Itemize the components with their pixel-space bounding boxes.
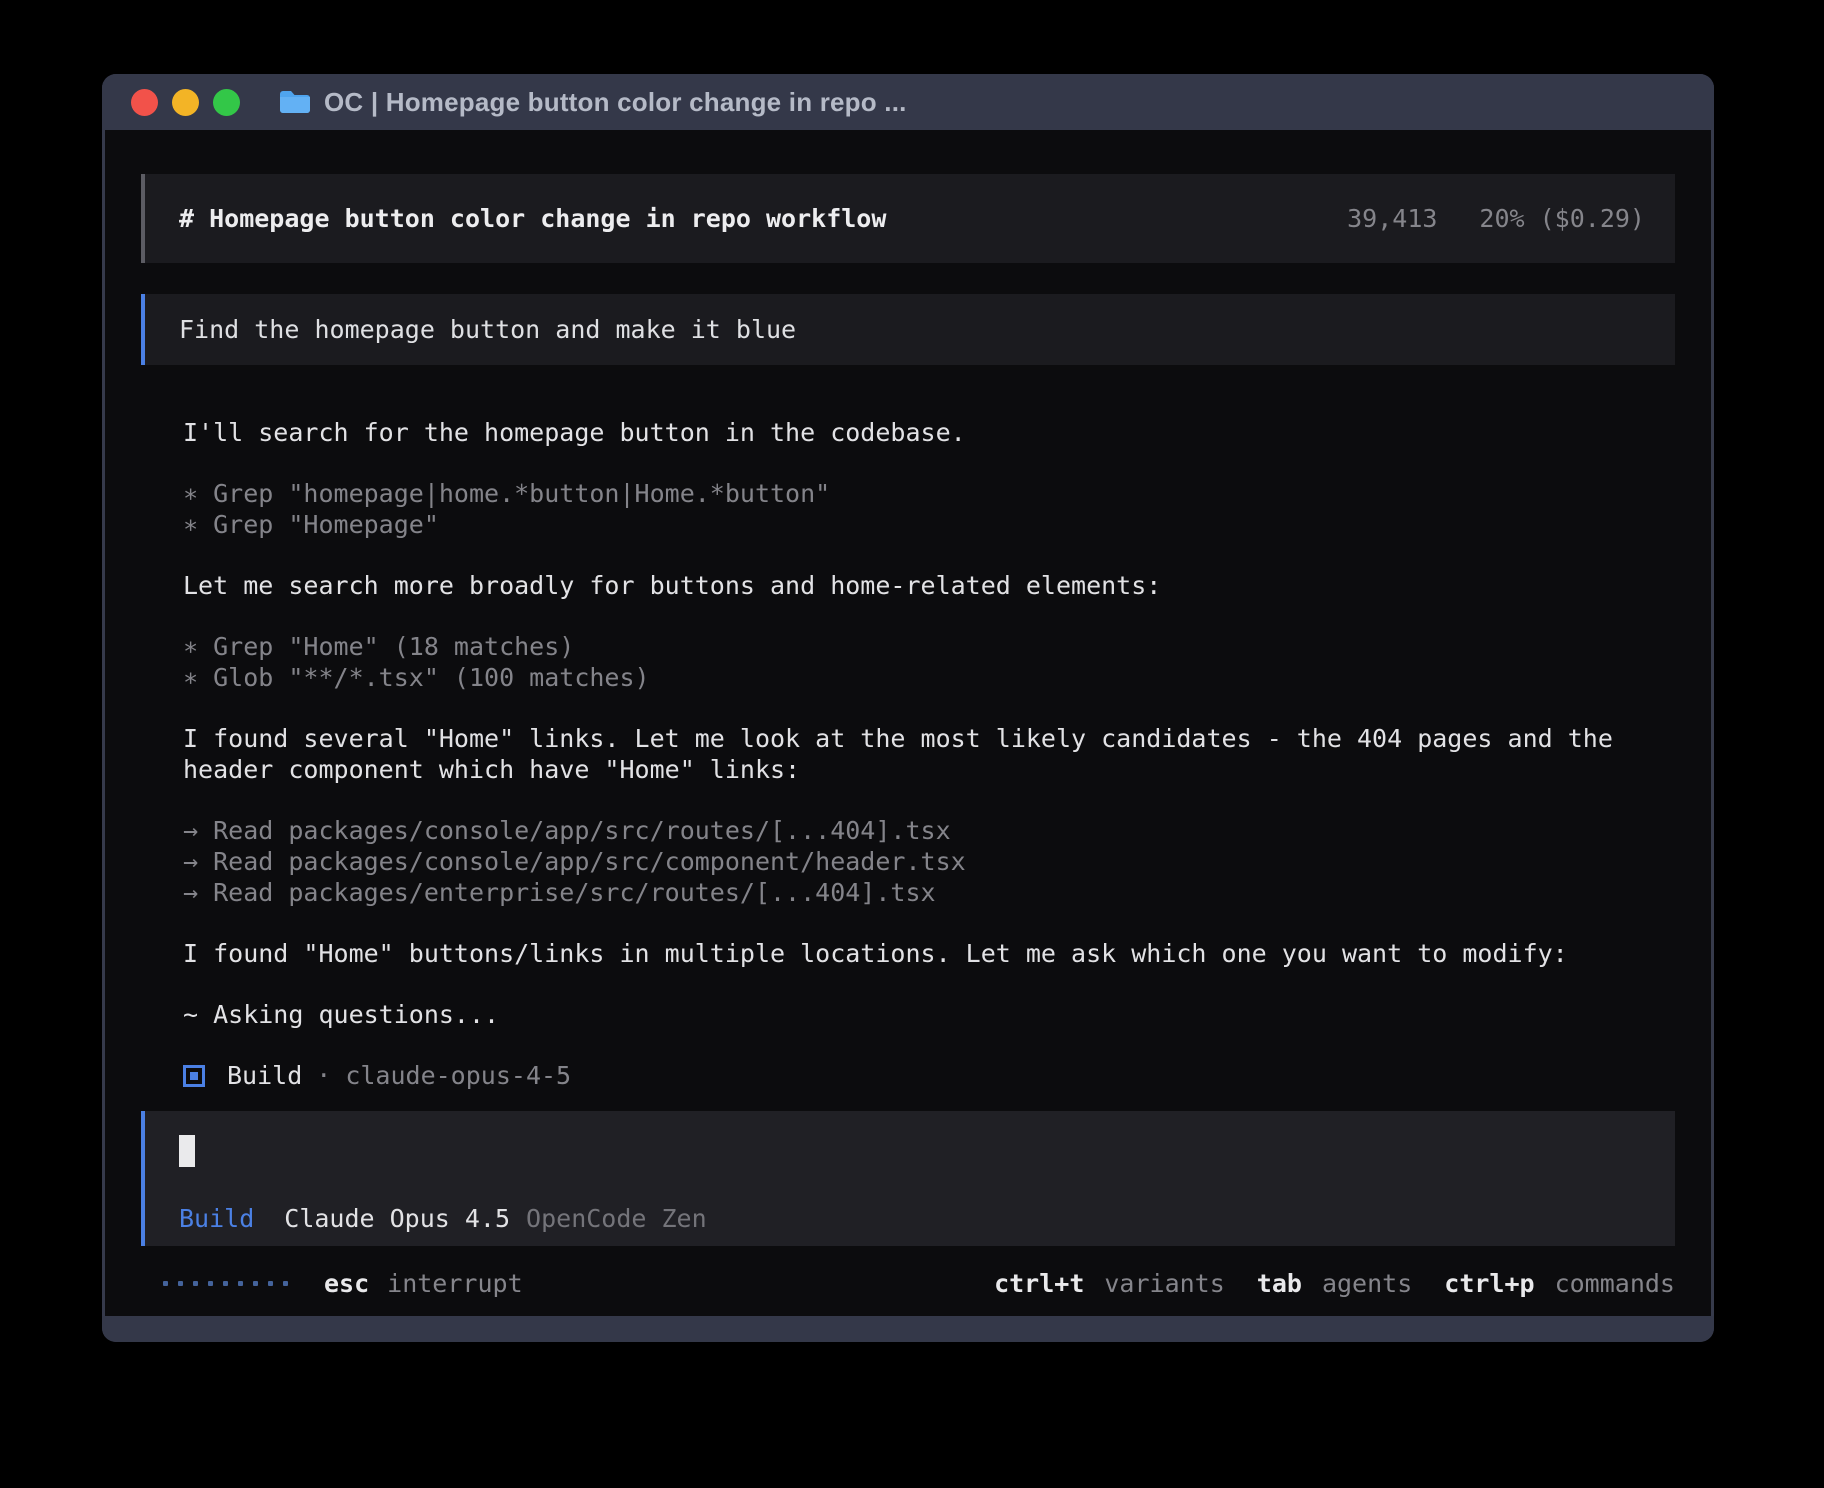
folder-icon xyxy=(278,88,312,116)
assistant-conversation: I'll search for the homepage button in t… xyxy=(141,417,1675,1030)
assistant-line: ∗ Glob "**/*.tsx" (100 matches) xyxy=(183,662,1675,693)
window-titlebar[interactable]: OC | Homepage button color change in rep… xyxy=(102,74,1714,130)
session-header: # Homepage button color change in repo w… xyxy=(141,174,1675,263)
assistant-line: → Read packages/console/app/src/routes/[… xyxy=(183,815,1675,846)
spinner-dot xyxy=(163,1281,168,1286)
spinner-dot xyxy=(253,1281,258,1286)
agent-separator: · xyxy=(316,1060,331,1091)
spinner-dot xyxy=(283,1281,288,1286)
status-right: ctrl+t variants tab agents ctrl+p commands xyxy=(994,1268,1675,1299)
window-bottom-bar xyxy=(102,1316,1714,1342)
assistant-line: → Read packages/enterprise/src/routes/[.… xyxy=(183,877,1675,908)
agent-name: Build xyxy=(227,1060,302,1091)
assistant-text: I found several "Home" links. Let me loo… xyxy=(183,723,1675,785)
shortcut-key: ctrl+p xyxy=(1444,1268,1534,1299)
tool-call-group: → Read packages/console/app/src/routes/[… xyxy=(183,815,1675,908)
shortcut-variants[interactable]: ctrl+t variants xyxy=(994,1268,1225,1299)
input-meta-row: Build Claude Opus 4.5 OpenCode Zen xyxy=(179,1203,1645,1234)
agent-build-icon xyxy=(183,1065,205,1087)
shortcut-agents[interactable]: tab agents xyxy=(1257,1268,1412,1299)
assistant-line: ~ Asking questions... xyxy=(183,999,1675,1030)
assistant-text: ~ Asking questions... xyxy=(183,999,1675,1030)
terminal-window: OC | Homepage button color change in rep… xyxy=(102,74,1714,1342)
input-agent-label[interactable]: Build xyxy=(179,1203,254,1234)
terminal-content: # Homepage button color change in repo w… xyxy=(105,130,1711,1316)
prompt-input[interactable]: Build Claude Opus 4.5 OpenCode Zen xyxy=(141,1111,1675,1246)
status-bar: esc interrupt ctrl+tvariantstabagentsctr… xyxy=(141,1268,1675,1299)
assistant-line: I found "Home" buttons/links in multiple… xyxy=(183,938,1675,969)
assistant-line: ∗ Grep "homepage|home.*button|Home.*butt… xyxy=(183,478,1675,509)
input-model-label[interactable]: Claude Opus 4.5 xyxy=(284,1203,510,1234)
assistant-line: ∗ Grep "Homepage" xyxy=(183,509,1675,540)
shortcut-key: ctrl+t xyxy=(994,1268,1084,1299)
desktop-background: { "window": { "title": "OC | Homepage bu… xyxy=(0,0,1824,1488)
shortcut-key-esc[interactable]: esc xyxy=(324,1268,369,1299)
shortcut-label: agents xyxy=(1322,1268,1412,1299)
assistant-text: Let me search more broadly for buttons a… xyxy=(183,570,1675,601)
shortcut-label-interrupt: interrupt xyxy=(387,1268,522,1299)
assistant-line: I found several "Home" links. Let me loo… xyxy=(183,723,1675,785)
session-title: # Homepage button color change in repo w… xyxy=(179,203,886,234)
maximize-button[interactable] xyxy=(213,89,240,116)
shortcut-key: tab xyxy=(1257,1268,1302,1299)
assistant-line: → Read packages/console/app/src/componen… xyxy=(183,846,1675,877)
minimize-button[interactable] xyxy=(172,89,199,116)
close-button[interactable] xyxy=(131,89,158,116)
spinner-dot xyxy=(268,1281,273,1286)
user-message-text: Find the homepage button and make it blu… xyxy=(179,315,796,344)
user-message: Find the homepage button and make it blu… xyxy=(141,294,1675,365)
token-count: 39,413 xyxy=(1347,203,1437,234)
spinner-dots xyxy=(163,1281,288,1286)
spinner-dot xyxy=(238,1281,243,1286)
tool-call-group: ∗ Grep "homepage|home.*button|Home.*butt… xyxy=(183,478,1675,540)
spinner-dot xyxy=(178,1281,183,1286)
agent-model: claude-opus-4-5 xyxy=(345,1060,571,1091)
context-usage-cost: 20% ($0.29) xyxy=(1479,203,1645,234)
assistant-line: ∗ Grep "Home" (18 matches) xyxy=(183,631,1675,662)
spinner-dot xyxy=(208,1281,213,1286)
spinner-dot xyxy=(193,1281,198,1286)
shortcut-commands[interactable]: ctrl+p commands xyxy=(1444,1268,1675,1299)
status-left: esc interrupt xyxy=(163,1268,523,1299)
window-title: OC | Homepage button color change in rep… xyxy=(324,87,907,118)
input-provider-label: OpenCode Zen xyxy=(526,1203,707,1234)
assistant-line: Let me search more broadly for buttons a… xyxy=(183,570,1675,601)
spinner-dot xyxy=(223,1281,228,1286)
assistant-text: I found "Home" buttons/links in multiple… xyxy=(183,938,1675,969)
assistant-line: I'll search for the homepage button in t… xyxy=(183,417,1675,448)
shortcut-label: variants xyxy=(1104,1268,1224,1299)
tool-call-group: ∗ Grep "Home" (18 matches)∗ Glob "**/*.t… xyxy=(183,631,1675,693)
shortcut-label: commands xyxy=(1555,1268,1675,1299)
session-stats: 39,413 20% ($0.29) xyxy=(1347,203,1645,234)
agent-status-line: Build · claude-opus-4-5 xyxy=(141,1060,1675,1091)
assistant-text: I'll search for the homepage button in t… xyxy=(183,417,1675,448)
text-cursor xyxy=(179,1135,195,1167)
